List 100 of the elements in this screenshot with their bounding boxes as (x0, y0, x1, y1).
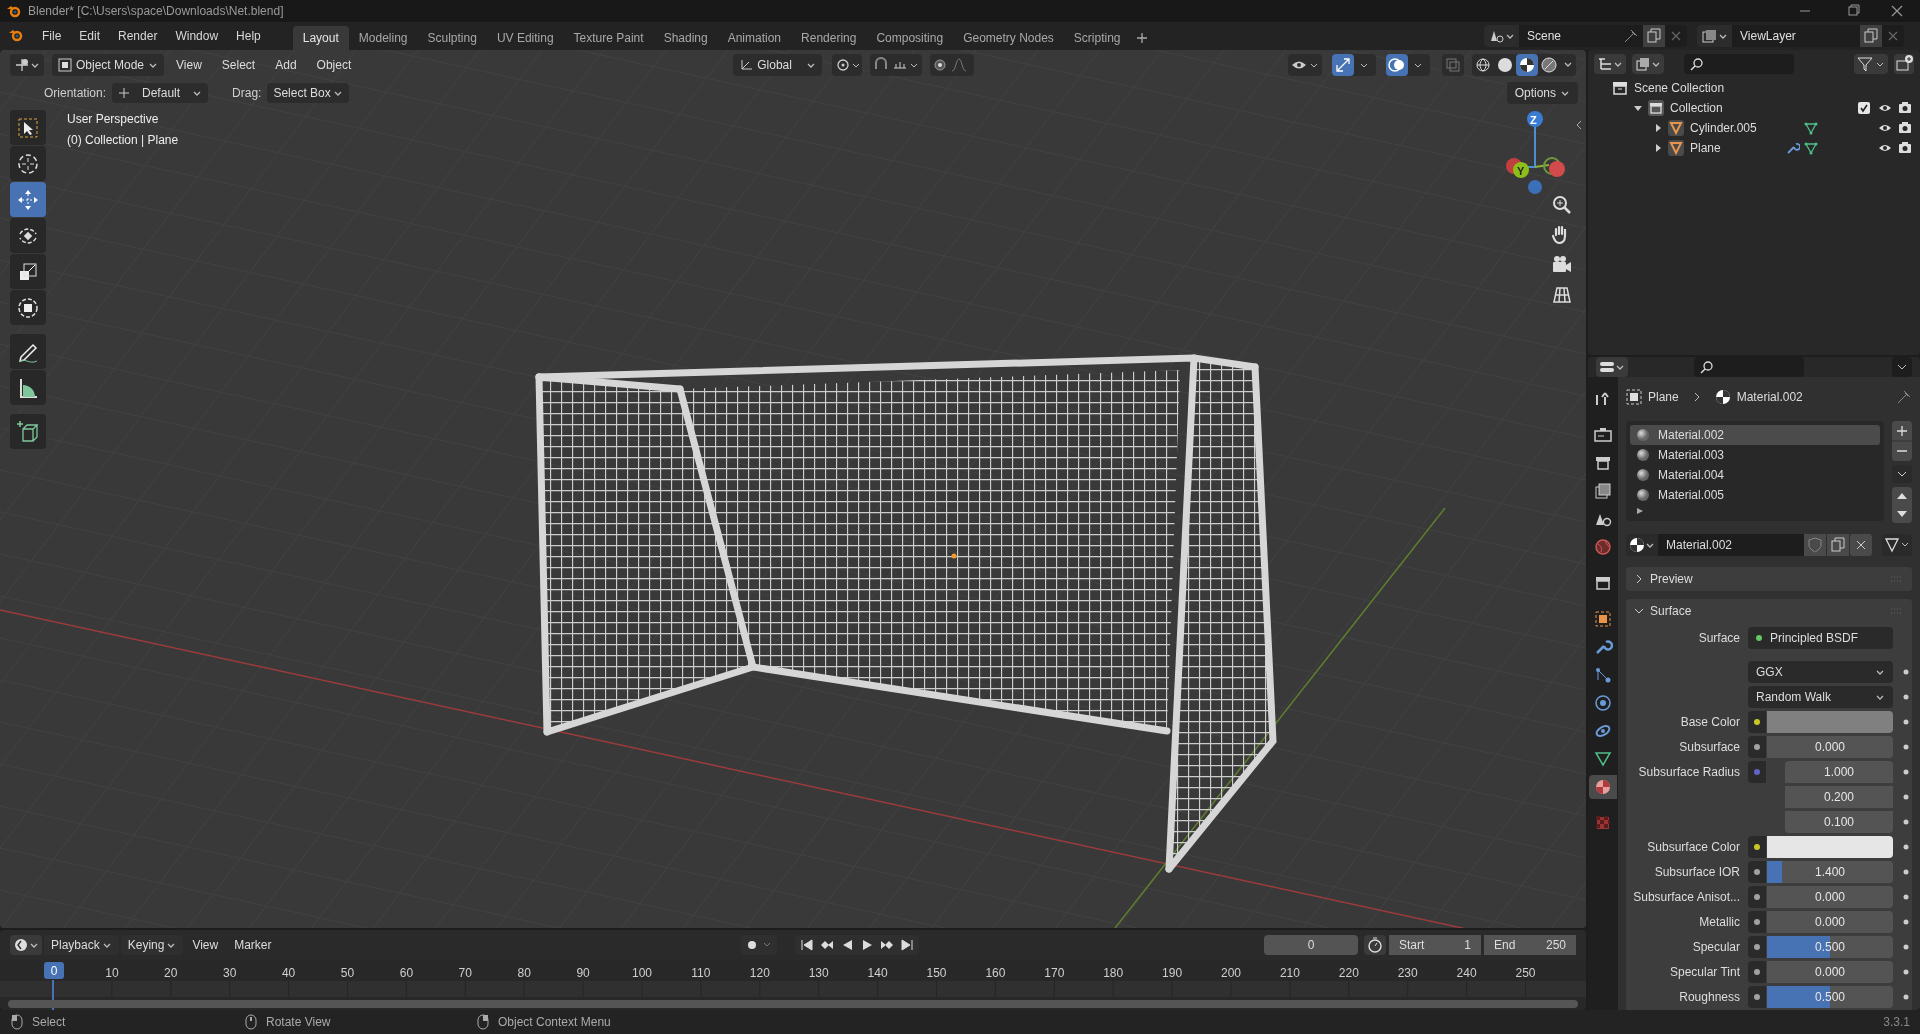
number-field[interactable]: 1.000 (1785, 761, 1893, 783)
shading-button[interactable] (1538, 54, 1560, 76)
select-box-tool[interactable] (10, 110, 46, 145)
workspace-tab[interactable]: Sculpting (417, 26, 487, 50)
scene-type-dropdown[interactable] (1484, 25, 1519, 47)
editor-type-dropdown[interactable] (10, 935, 42, 955)
overlays-icon[interactable] (1386, 54, 1430, 76)
color-swatch[interactable] (1767, 836, 1893, 858)
wrench-icon[interactable] (1786, 141, 1800, 155)
menu-item[interactable]: Edit (71, 25, 109, 47)
workspace-tab[interactable]: Animation (717, 26, 792, 50)
keyframe-dot[interactable] (1903, 969, 1909, 975)
expand-arrow-icon[interactable] (1636, 507, 1644, 515)
orientation-dropdown[interactable]: Default (112, 83, 209, 103)
keyframe-dot[interactable] (1903, 894, 1909, 900)
snap-icon[interactable] (869, 54, 922, 76)
keyframe-dot[interactable] (1903, 819, 1909, 825)
add-slot-icon[interactable] (1892, 421, 1912, 461)
copy-icon[interactable] (1643, 25, 1665, 47)
slider-field[interactable]: 0.500 (1767, 936, 1893, 958)
workspace-tab[interactable]: Rendering (791, 26, 867, 50)
checkbox[interactable] (1858, 102, 1870, 114)
slider-field[interactable]: 0.500 (1767, 986, 1893, 1008)
keyframe-dot[interactable] (1903, 694, 1909, 700)
add-cube-tool[interactable] (10, 414, 46, 449)
menu-item[interactable]: Select (213, 54, 264, 76)
pivot-icon[interactable] (831, 54, 862, 76)
menu-item[interactable]: Help (228, 25, 269, 47)
playhead-frame[interactable]: 0 (44, 962, 64, 979)
menu-item[interactable]: Object (308, 54, 360, 76)
scrollbar[interactable] (8, 1000, 1578, 1008)
panel-header[interactable]: Surface (1626, 599, 1912, 623)
menu-item[interactable]: Window (167, 25, 227, 47)
keyframe-dot[interactable] (1903, 794, 1909, 800)
breadcrumb-item[interactable]: Plane (1648, 388, 1679, 406)
workspace-tab[interactable]: UV Editing (486, 26, 564, 50)
maximize-icon[interactable] (1846, 4, 1860, 18)
keyframe-dot[interactable] (1903, 744, 1909, 750)
slider-field[interactable]: 1.400 (1767, 861, 1893, 883)
move-slot-icon[interactable] (1892, 487, 1912, 523)
shader-dropdown[interactable]: Principled BSDF (1748, 627, 1893, 649)
material-slot[interactable]: Material.002 (1630, 425, 1880, 445)
slider-field[interactable]: 0.000 (1767, 911, 1893, 933)
dropdown[interactable]: GGX (1748, 661, 1893, 683)
tree-item-label[interactable]: Scene Collection (1634, 79, 1730, 97)
number-field[interactable]: 0.200 (1785, 786, 1893, 808)
pin-icon[interactable] (1623, 28, 1639, 44)
camera-icon[interactable] (1898, 101, 1912, 115)
stopwatch-icon[interactable] (1364, 935, 1386, 955)
transform-orientation-dropdown[interactable]: Global (733, 54, 822, 76)
copy-icon[interactable] (1860, 25, 1882, 47)
gizmo-icon[interactable] (1332, 54, 1376, 76)
material-slot[interactable]: Material.004 (1630, 465, 1880, 485)
move-tool[interactable] (10, 182, 46, 217)
keyframe-dot[interactable] (1903, 844, 1909, 850)
menu-item[interactable]: File (34, 25, 70, 47)
visibility-icon[interactable] (1288, 54, 1322, 76)
menu-item[interactable]: Add (267, 54, 305, 76)
workspace-tab[interactable]: Shading (653, 26, 718, 50)
workspace-tab[interactable]: Texture Paint (563, 26, 654, 50)
material-name-field[interactable]: Material.002 (1658, 534, 1804, 556)
slider-field[interactable]: 0.000 (1767, 961, 1893, 983)
new-collection-icon[interactable] (1894, 54, 1914, 74)
specials-dropdown[interactable] (1892, 465, 1912, 483)
menu-item[interactable]: Marker (227, 935, 279, 955)
editor-type-dropdown[interactable] (1594, 54, 1626, 74)
pin-icon[interactable] (1896, 389, 1912, 405)
editor-type-dropdown[interactable] (1596, 357, 1628, 377)
shading-button[interactable] (1516, 54, 1538, 76)
workspace-tab[interactable]: Layout (292, 26, 349, 50)
keyframe-dot[interactable] (1903, 769, 1909, 775)
keyframe-dot[interactable] (1903, 919, 1909, 925)
menu-item[interactable]: Render (110, 25, 166, 47)
number-field[interactable]: 0.100 (1785, 811, 1893, 833)
scale-tool[interactable] (10, 254, 46, 289)
workspace-tab[interactable]: Modeling (348, 26, 418, 50)
workspace-tab[interactable]: Compositing (866, 26, 954, 50)
end-frame-field[interactable]: End 250 (1484, 935, 1576, 955)
keyframe-dot[interactable] (1903, 869, 1909, 875)
current-frame-field[interactable]: 0 (1264, 935, 1358, 955)
search-field[interactable] (1684, 54, 1794, 74)
rotate-tool[interactable] (10, 218, 46, 253)
keyframe-dot[interactable] (1903, 719, 1909, 725)
dropdown[interactable]: Random Walk (1748, 686, 1893, 708)
cursor-tool[interactable] (10, 146, 46, 181)
menu-item[interactable]: Keying (120, 935, 184, 955)
menu-item[interactable]: View (168, 54, 210, 76)
keyframe-dot[interactable] (1903, 944, 1909, 950)
display-mode-dropdown[interactable] (1632, 54, 1664, 74)
mesh-link-dropdown[interactable] (1882, 534, 1912, 556)
workspace-tab[interactable]: Scripting (1063, 26, 1131, 50)
transform-tool[interactable] (10, 290, 46, 325)
proportional-editing-icon[interactable] (929, 54, 974, 76)
camera-icon[interactable] (1898, 121, 1912, 135)
slider-field[interactable]: 0.000 (1767, 736, 1893, 758)
mode-dropdown[interactable]: Object Mode (52, 54, 165, 76)
search-field[interactable] (1694, 357, 1804, 377)
filter-icon[interactable] (1854, 54, 1888, 74)
menu-item[interactable]: View (185, 935, 226, 955)
workspace-tab[interactable]: Geometry Nodes (953, 26, 1064, 50)
